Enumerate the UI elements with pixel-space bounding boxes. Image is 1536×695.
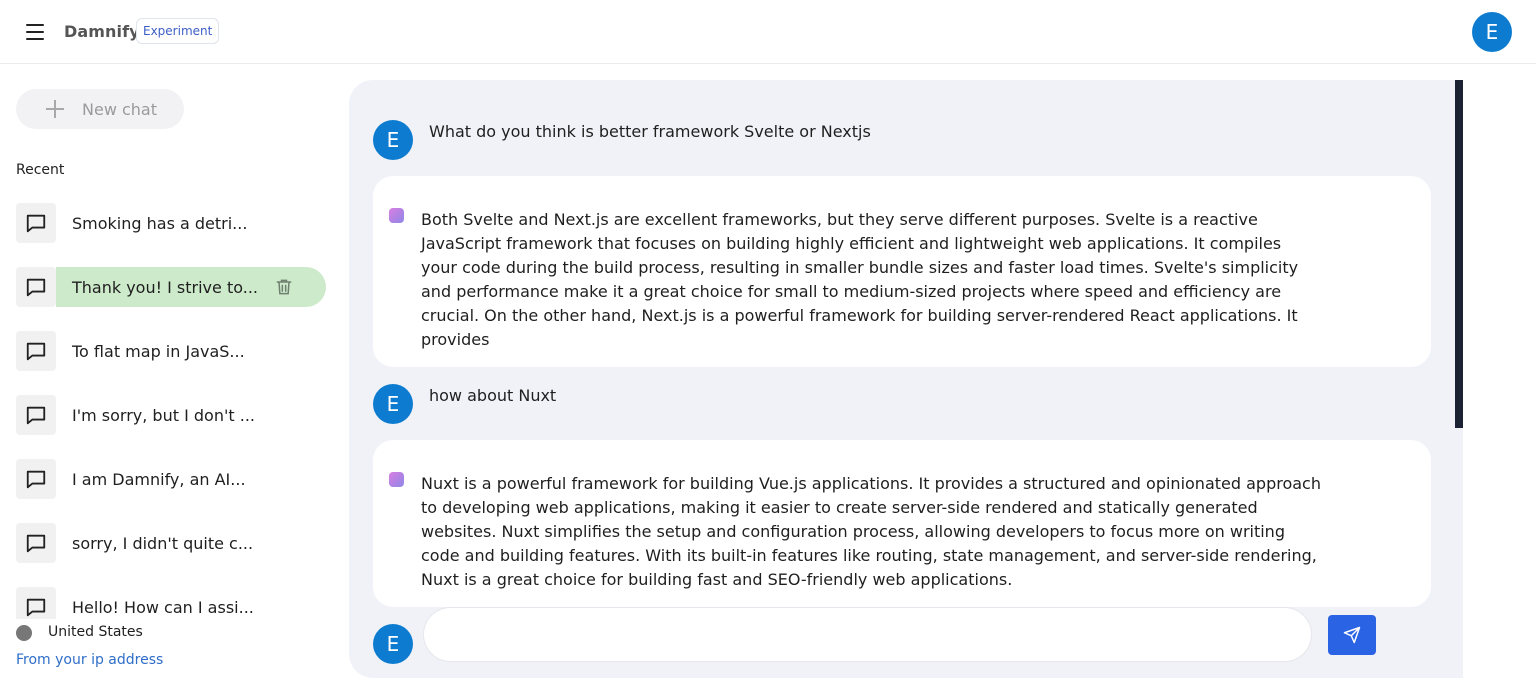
recent-chat-label: Smoking has a detri...: [72, 214, 248, 233]
experiment-badge: Experiment: [136, 18, 220, 44]
new-chat-button[interactable]: New chat: [16, 89, 184, 129]
menu-icon[interactable]: [24, 20, 48, 44]
chat-bubble-icon: [16, 523, 56, 563]
assistant-logo-icon: [389, 472, 404, 487]
input-avatar: E: [373, 624, 413, 664]
assistant-message-text: Nuxt is a powerful framework for buildin…: [421, 474, 1321, 589]
send-icon: [1343, 626, 1361, 644]
recent-heading: Recent: [16, 162, 65, 178]
recent-chat-label: Hello! How can I assi...: [72, 598, 254, 617]
trash-icon[interactable]: [274, 277, 294, 297]
chat-bubble-icon: [16, 267, 56, 307]
chat-bubble-icon: [16, 459, 56, 499]
user-message-text: What do you think is better framework Sv…: [429, 122, 871, 141]
location-dot-icon: [16, 625, 32, 641]
assistant-logo-icon: [389, 208, 404, 223]
recent-chat-item[interactable]: I am Damnify, an AI...: [16, 459, 326, 499]
user-message-avatar: E: [373, 384, 413, 424]
sidebar: New chat Recent Smoking has a detri... T…: [0, 65, 340, 695]
plus-icon: [46, 100, 64, 118]
top-header: Damnify Experiment E: [0, 0, 1536, 64]
chat-bubble-icon: [16, 331, 56, 371]
recent-chat-label: Thank you! I strive to...: [72, 278, 258, 297]
recent-chat-item[interactable]: Smoking has a detri...: [16, 203, 326, 243]
assistant-message-card: Both Svelte and Next.js are excellent fr…: [373, 176, 1431, 367]
recent-chat-item[interactable]: To flat map in JavaS...: [16, 331, 326, 371]
recent-chat-item[interactable]: sorry, I didn't quite c...: [16, 523, 326, 563]
send-button[interactable]: [1328, 615, 1376, 655]
user-message-text: how about Nuxt: [429, 386, 557, 405]
recent-chat-item-active[interactable]: Thank you! I strive to...: [16, 267, 326, 307]
country-label: United States: [48, 624, 143, 640]
user-avatar[interactable]: E: [1472, 12, 1512, 52]
ip-address-link[interactable]: From your ip address: [16, 652, 163, 668]
chat-bubble-icon: [16, 203, 56, 243]
recent-chat-item[interactable]: Hello! How can I assi...: [16, 587, 326, 619]
brand-name: Damnify: [64, 22, 140, 41]
recent-chat-item[interactable]: I'm sorry, but I don't ...: [16, 395, 326, 435]
chat-bubble-icon: [16, 395, 56, 435]
new-chat-label: New chat: [82, 100, 157, 119]
recent-chat-label: To flat map in JavaS...: [72, 342, 245, 361]
chat-scrollbar[interactable]: [1455, 80, 1463, 428]
message-input[interactable]: [423, 607, 1312, 662]
recent-chat-label: sorry, I didn't quite c...: [72, 534, 254, 553]
recent-chat-label: I am Damnify, an AI...: [72, 470, 246, 489]
assistant-message-text: Both Svelte and Next.js are excellent fr…: [421, 210, 1299, 349]
user-message-avatar: E: [373, 120, 413, 160]
chat-bubble-icon: [16, 587, 56, 619]
assistant-message-card: Nuxt is a powerful framework for buildin…: [373, 440, 1431, 607]
recent-chat-label: I'm sorry, but I don't ...: [72, 406, 255, 425]
